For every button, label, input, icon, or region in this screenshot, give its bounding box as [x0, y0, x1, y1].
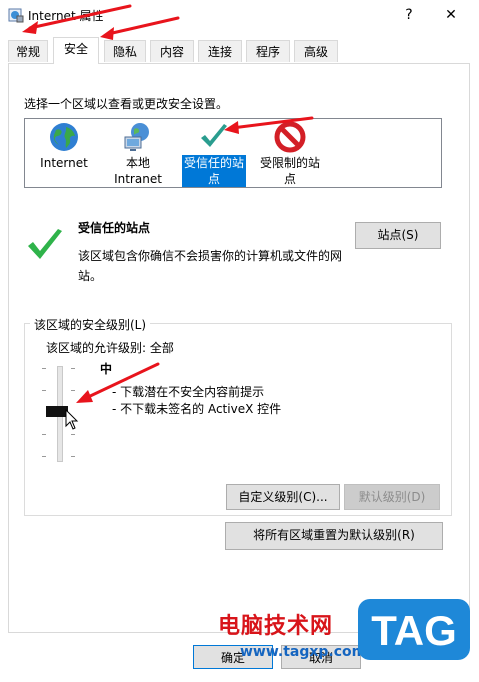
tab-security[interactable]: 安全: [53, 37, 99, 64]
annotation-arrows: [22, 4, 314, 403]
